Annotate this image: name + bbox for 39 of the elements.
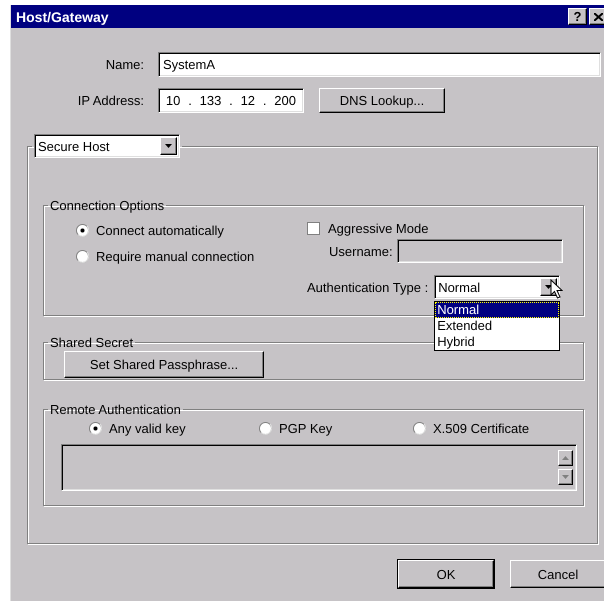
radio-label: Any valid key [109,421,186,436]
dropdown-option[interactable]: Extended [435,318,560,334]
group-title: Connection Options [50,198,164,213]
close-icon [594,12,603,20]
help-button[interactable]: ? [568,8,587,25]
field-label: Authentication Type : [307,280,428,294]
radio-button[interactable] [89,422,102,435]
dialog-button[interactable]: Cancel [510,560,604,588]
dropdown-option[interactable]: Normal [435,302,560,318]
group-title: Remote Authentication [50,402,181,417]
checkbox[interactable] [307,222,320,235]
radio-label: Require manual connection [96,249,254,264]
field-label: Username: [329,244,393,258]
radio-label: X.509 Certificate [433,421,530,436]
radio-label: Connect automatically [96,223,224,238]
dialog-button[interactable]: OK [398,560,494,588]
dropdown-option[interactable]: Hybrid [435,334,560,350]
window-title: Host/Gateway [16,8,110,24]
authentication-type-dropdown[interactable]: Normal [434,275,560,299]
radio-button[interactable] [76,224,89,237]
radio-button[interactable] [76,250,89,263]
caret-icon [165,144,172,148]
down-arrow-icon [562,475,569,479]
dropdown-arrow-button[interactable] [160,137,177,155]
dialog-button[interactable]: DNS Lookup... [319,88,445,113]
field-label: IP Address: [76,93,144,108]
up-arrow-icon [562,456,569,460]
ip-address-field[interactable]: 10 . 133 . 12 . 200 [158,88,304,113]
close-button[interactable] [589,8,604,25]
field-label: Name: [104,57,144,72]
radio-label: PGP Key [279,421,332,436]
radio-button[interactable] [413,422,426,435]
name-field[interactable]: SystemA [158,52,601,77]
group-title: Shared Secret [50,335,134,350]
pointer-icon [550,279,564,299]
dialog-button[interactable]: Set Shared Passphrase... [64,351,264,378]
host-type-dropdown[interactable]: Secure Host [34,134,180,158]
radio-button[interactable] [259,422,272,435]
checkbox-label: Aggressive Mode [328,221,428,236]
